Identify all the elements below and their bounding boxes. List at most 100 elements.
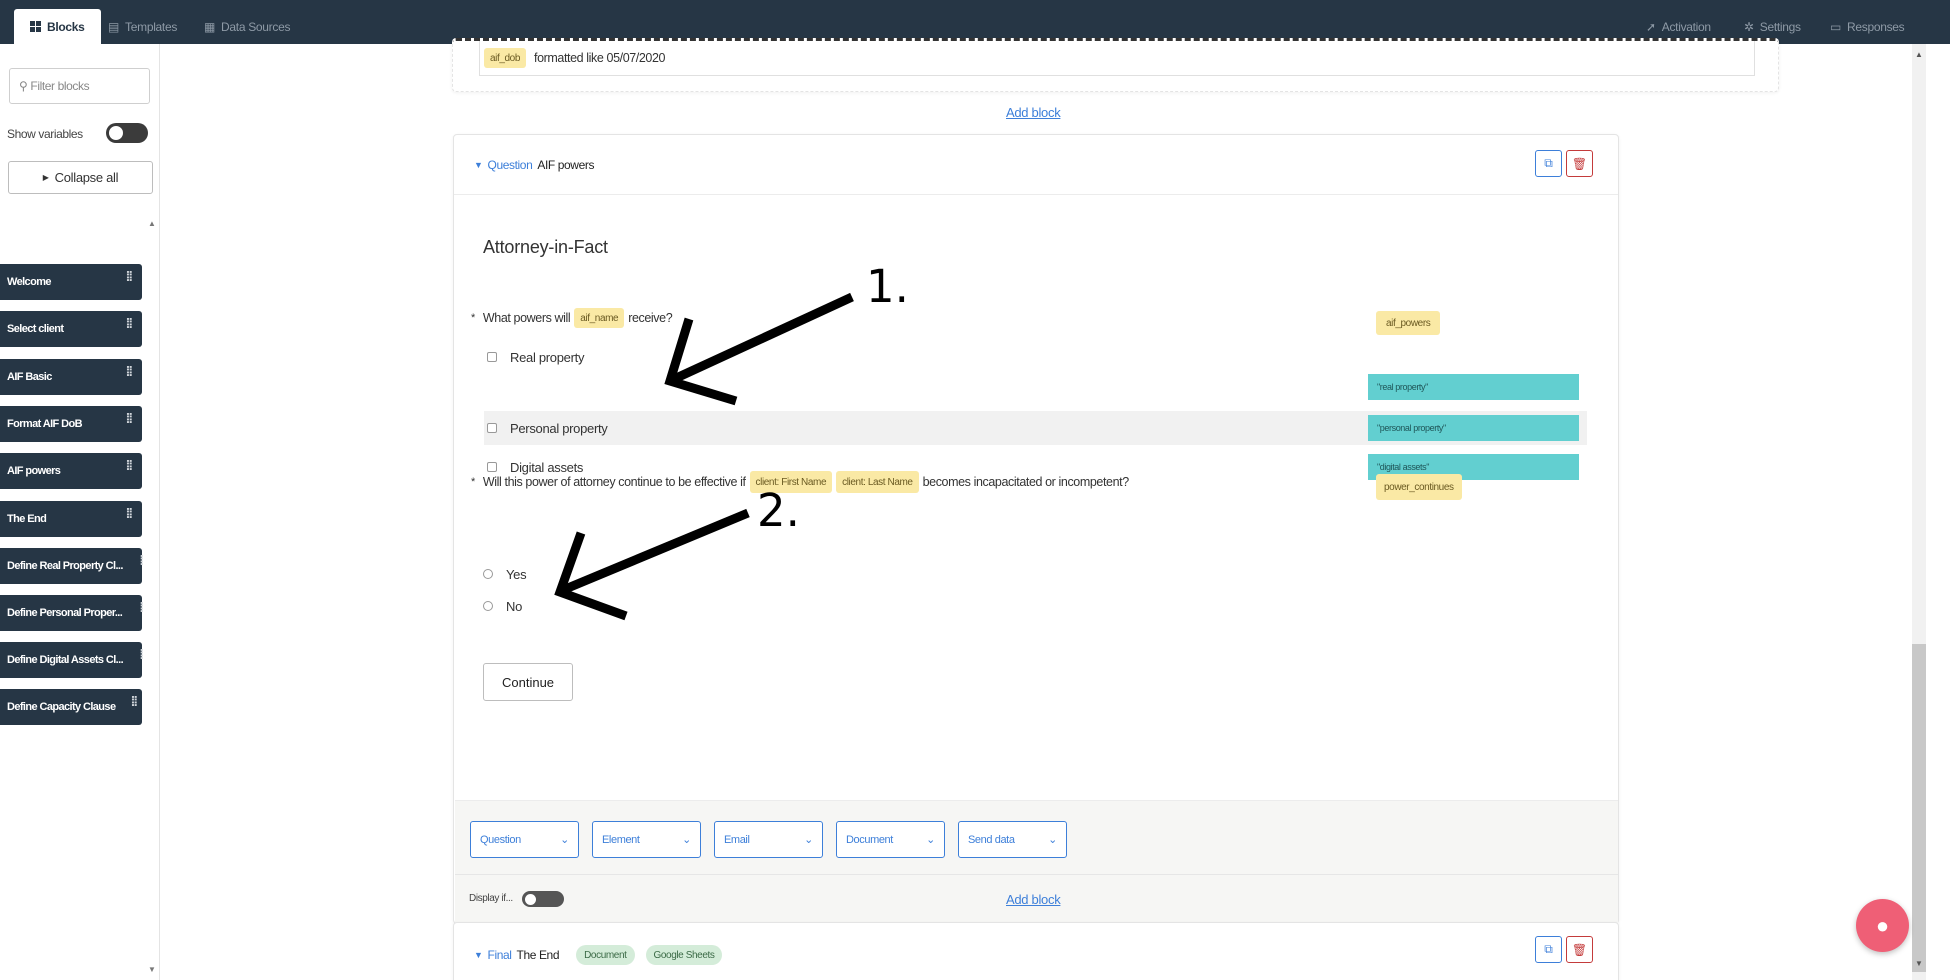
copy-block-button[interactable]: ⧉	[1535, 936, 1562, 963]
block-type-label: Final	[487, 948, 512, 962]
copy-block-button[interactable]: ⧉	[1535, 150, 1562, 177]
google-sheets-pill: Google Sheets	[645, 945, 723, 965]
add-email-dropdown[interactable]: Email ⌄	[714, 821, 823, 858]
radio-button[interactable]	[483, 601, 493, 611]
block-type-label: Question	[487, 158, 533, 172]
sidebar-block-aif-powers[interactable]: AIF powers ⁞⁞	[0, 453, 142, 489]
window-edge	[1930, 44, 1950, 980]
block-label: Define Capacity Clause	[7, 701, 116, 713]
drag-handle-icon[interactable]: ⁞⁞	[131, 693, 138, 709]
drag-handle-icon[interactable]: ⁞⁞	[126, 457, 133, 473]
display-if-toggle[interactable]	[522, 891, 564, 907]
sidebar-block-define-capacity-clause[interactable]: Define Capacity Clause ⁞⁞	[0, 689, 142, 725]
drag-handle-icon[interactable]: ⁞⁞	[126, 268, 133, 284]
scroll-up-icon[interactable]: ▲	[1915, 50, 1923, 59]
sidebar-block-aif-basic[interactable]: AIF Basic ⁞⁞	[0, 359, 142, 395]
sidebar-block-the-end[interactable]: The End ⁞⁞	[0, 501, 142, 537]
required-star: *	[471, 476, 475, 488]
option-value-tag: "real property"	[1368, 374, 1579, 400]
add-document-dropdown[interactable]: Document ⌄	[836, 821, 945, 858]
drag-handle-icon[interactable]: ⁞	[139, 599, 143, 615]
tab-responses-label: Responses	[1847, 19, 1905, 34]
chevron-down-icon: ⌄	[804, 834, 813, 846]
collapse-all-button[interactable]: ▶ Collapse all	[8, 161, 153, 194]
tab-data-sources-label: Data Sources	[221, 19, 291, 34]
block-name-label: AIF powers	[537, 158, 595, 172]
sidebar-block-select-client[interactable]: Select client ⁞⁞	[0, 311, 142, 347]
add-block-link-lower[interactable]: Add block	[1006, 892, 1061, 907]
radio-option-yes[interactable]: Yes	[483, 558, 527, 590]
option-value-tag: "personal property"	[1368, 415, 1579, 441]
block-label: AIF Basic	[7, 371, 52, 383]
delete-block-button[interactable]: 🗑	[1566, 936, 1593, 963]
scroll-down-icon[interactable]: ▼	[148, 965, 156, 974]
dropdown-label: Question	[480, 833, 521, 846]
tab-responses[interactable]: ▭ Responses	[1830, 9, 1905, 44]
sidebar-scrollbar[interactable]: ▲ ▼	[147, 219, 158, 976]
chevron-down-icon: ⌄	[926, 834, 935, 846]
question-title: Attorney-in-Fact	[483, 237, 608, 257]
add-block-link[interactable]: Add block	[1006, 105, 1061, 120]
page-scrollbar[interactable]: ▲ ▼	[1911, 44, 1930, 980]
radio-button[interactable]	[483, 569, 493, 579]
rocket-icon: ➚	[1646, 19, 1656, 34]
previous-block-field: aif_dob formatted like 05/07/2020	[479, 41, 1755, 76]
checkbox-option-real-property[interactable]: Real property	[487, 341, 584, 373]
delete-block-button[interactable]: 🗑	[1566, 150, 1593, 177]
required-star: *	[471, 312, 475, 324]
collapse-caret-icon[interactable]: ▼	[474, 160, 483, 170]
filter-blocks-input[interactable]: ⚲ Filter blocks	[9, 68, 150, 104]
checkbox-option-personal-property[interactable]: Personal property	[487, 412, 608, 444]
dropdown-label: Element	[602, 833, 640, 846]
toolbar-divider	[455, 874, 1618, 875]
drag-handle-icon[interactable]: ⁞	[139, 552, 143, 568]
tab-settings-label: Settings	[1759, 19, 1801, 34]
sidebar-block-define-digital-assets[interactable]: Define Digital Assets Cl... ⁞	[0, 642, 144, 678]
format-description: formatted like 05/07/2020	[534, 51, 666, 65]
sidebar-block-define-real-property[interactable]: Define Real Property Cl... ⁞	[0, 548, 144, 584]
tab-data-sources[interactable]: ▦ Data Sources	[204, 9, 290, 44]
chevron-down-icon: ⌄	[560, 834, 569, 846]
tab-blocks[interactable]: Blocks	[14, 9, 101, 44]
drag-handle-icon[interactable]: ⁞⁞	[126, 505, 133, 521]
variable-pill: aif_dob	[484, 48, 527, 68]
drag-handle-icon[interactable]: ⁞⁞	[126, 315, 133, 331]
drag-handle-icon[interactable]: ⁞⁞	[126, 363, 133, 379]
drag-handle-icon[interactable]: ⁞	[139, 646, 143, 662]
tab-templates[interactable]: ▤ Templates	[108, 9, 177, 44]
gear-icon: ✲	[1744, 19, 1754, 34]
scroll-up-icon[interactable]: ▲	[148, 219, 156, 228]
sidebar-block-define-personal-property[interactable]: Define Personal Proper... ⁞	[0, 595, 144, 631]
option-label: Personal property	[510, 420, 608, 436]
add-question-dropdown[interactable]: Question ⌄	[470, 821, 579, 858]
checkbox[interactable]	[487, 352, 497, 362]
header-divider	[454, 194, 1618, 195]
drag-handle-icon[interactable]: ⁞⁞	[126, 410, 133, 426]
checkbox[interactable]	[487, 423, 497, 433]
search-icon: ⚲	[19, 79, 28, 93]
show-variables-toggle[interactable]	[106, 123, 148, 143]
send-data-dropdown[interactable]: Send data ⌄	[958, 821, 1067, 858]
collapse-caret-icon[interactable]: ▼	[474, 950, 483, 960]
block-label: Select client	[7, 323, 64, 335]
block-label: The End	[7, 513, 47, 525]
sidebar-block-welcome[interactable]: Welcome ⁞⁞	[0, 264, 142, 300]
trash-icon: 🗑	[1571, 156, 1588, 171]
continue-button[interactable]: Continue	[483, 663, 574, 701]
sidebar-block-format-aif-dob[interactable]: Format AIF DoB ⁞⁞	[0, 406, 142, 442]
tab-templates-label: Templates	[125, 19, 178, 34]
filter-placeholder: Filter blocks	[30, 79, 90, 93]
add-element-dropdown[interactable]: Element ⌄	[592, 821, 701, 858]
block-header[interactable]: ▼ Final The End Document Google Sheets	[474, 945, 723, 965]
collapse-all-label: Collapse all	[54, 170, 119, 185]
block-label: Welcome	[7, 276, 52, 288]
radio-option-no[interactable]: No	[483, 590, 522, 622]
scroll-down-icon[interactable]: ▼	[1915, 959, 1923, 968]
block-header[interactable]: ▼ Question AIF powers	[474, 158, 594, 172]
grid-icon	[30, 21, 41, 32]
question-2-prefix: Will this power of attorney continue to …	[482, 475, 746, 489]
help-chat-button[interactable]: ●	[1856, 899, 1909, 952]
variable-pill: aif_name	[574, 308, 625, 328]
option-label: No	[506, 598, 523, 614]
scrollbar-thumb[interactable]	[1912, 644, 1926, 972]
